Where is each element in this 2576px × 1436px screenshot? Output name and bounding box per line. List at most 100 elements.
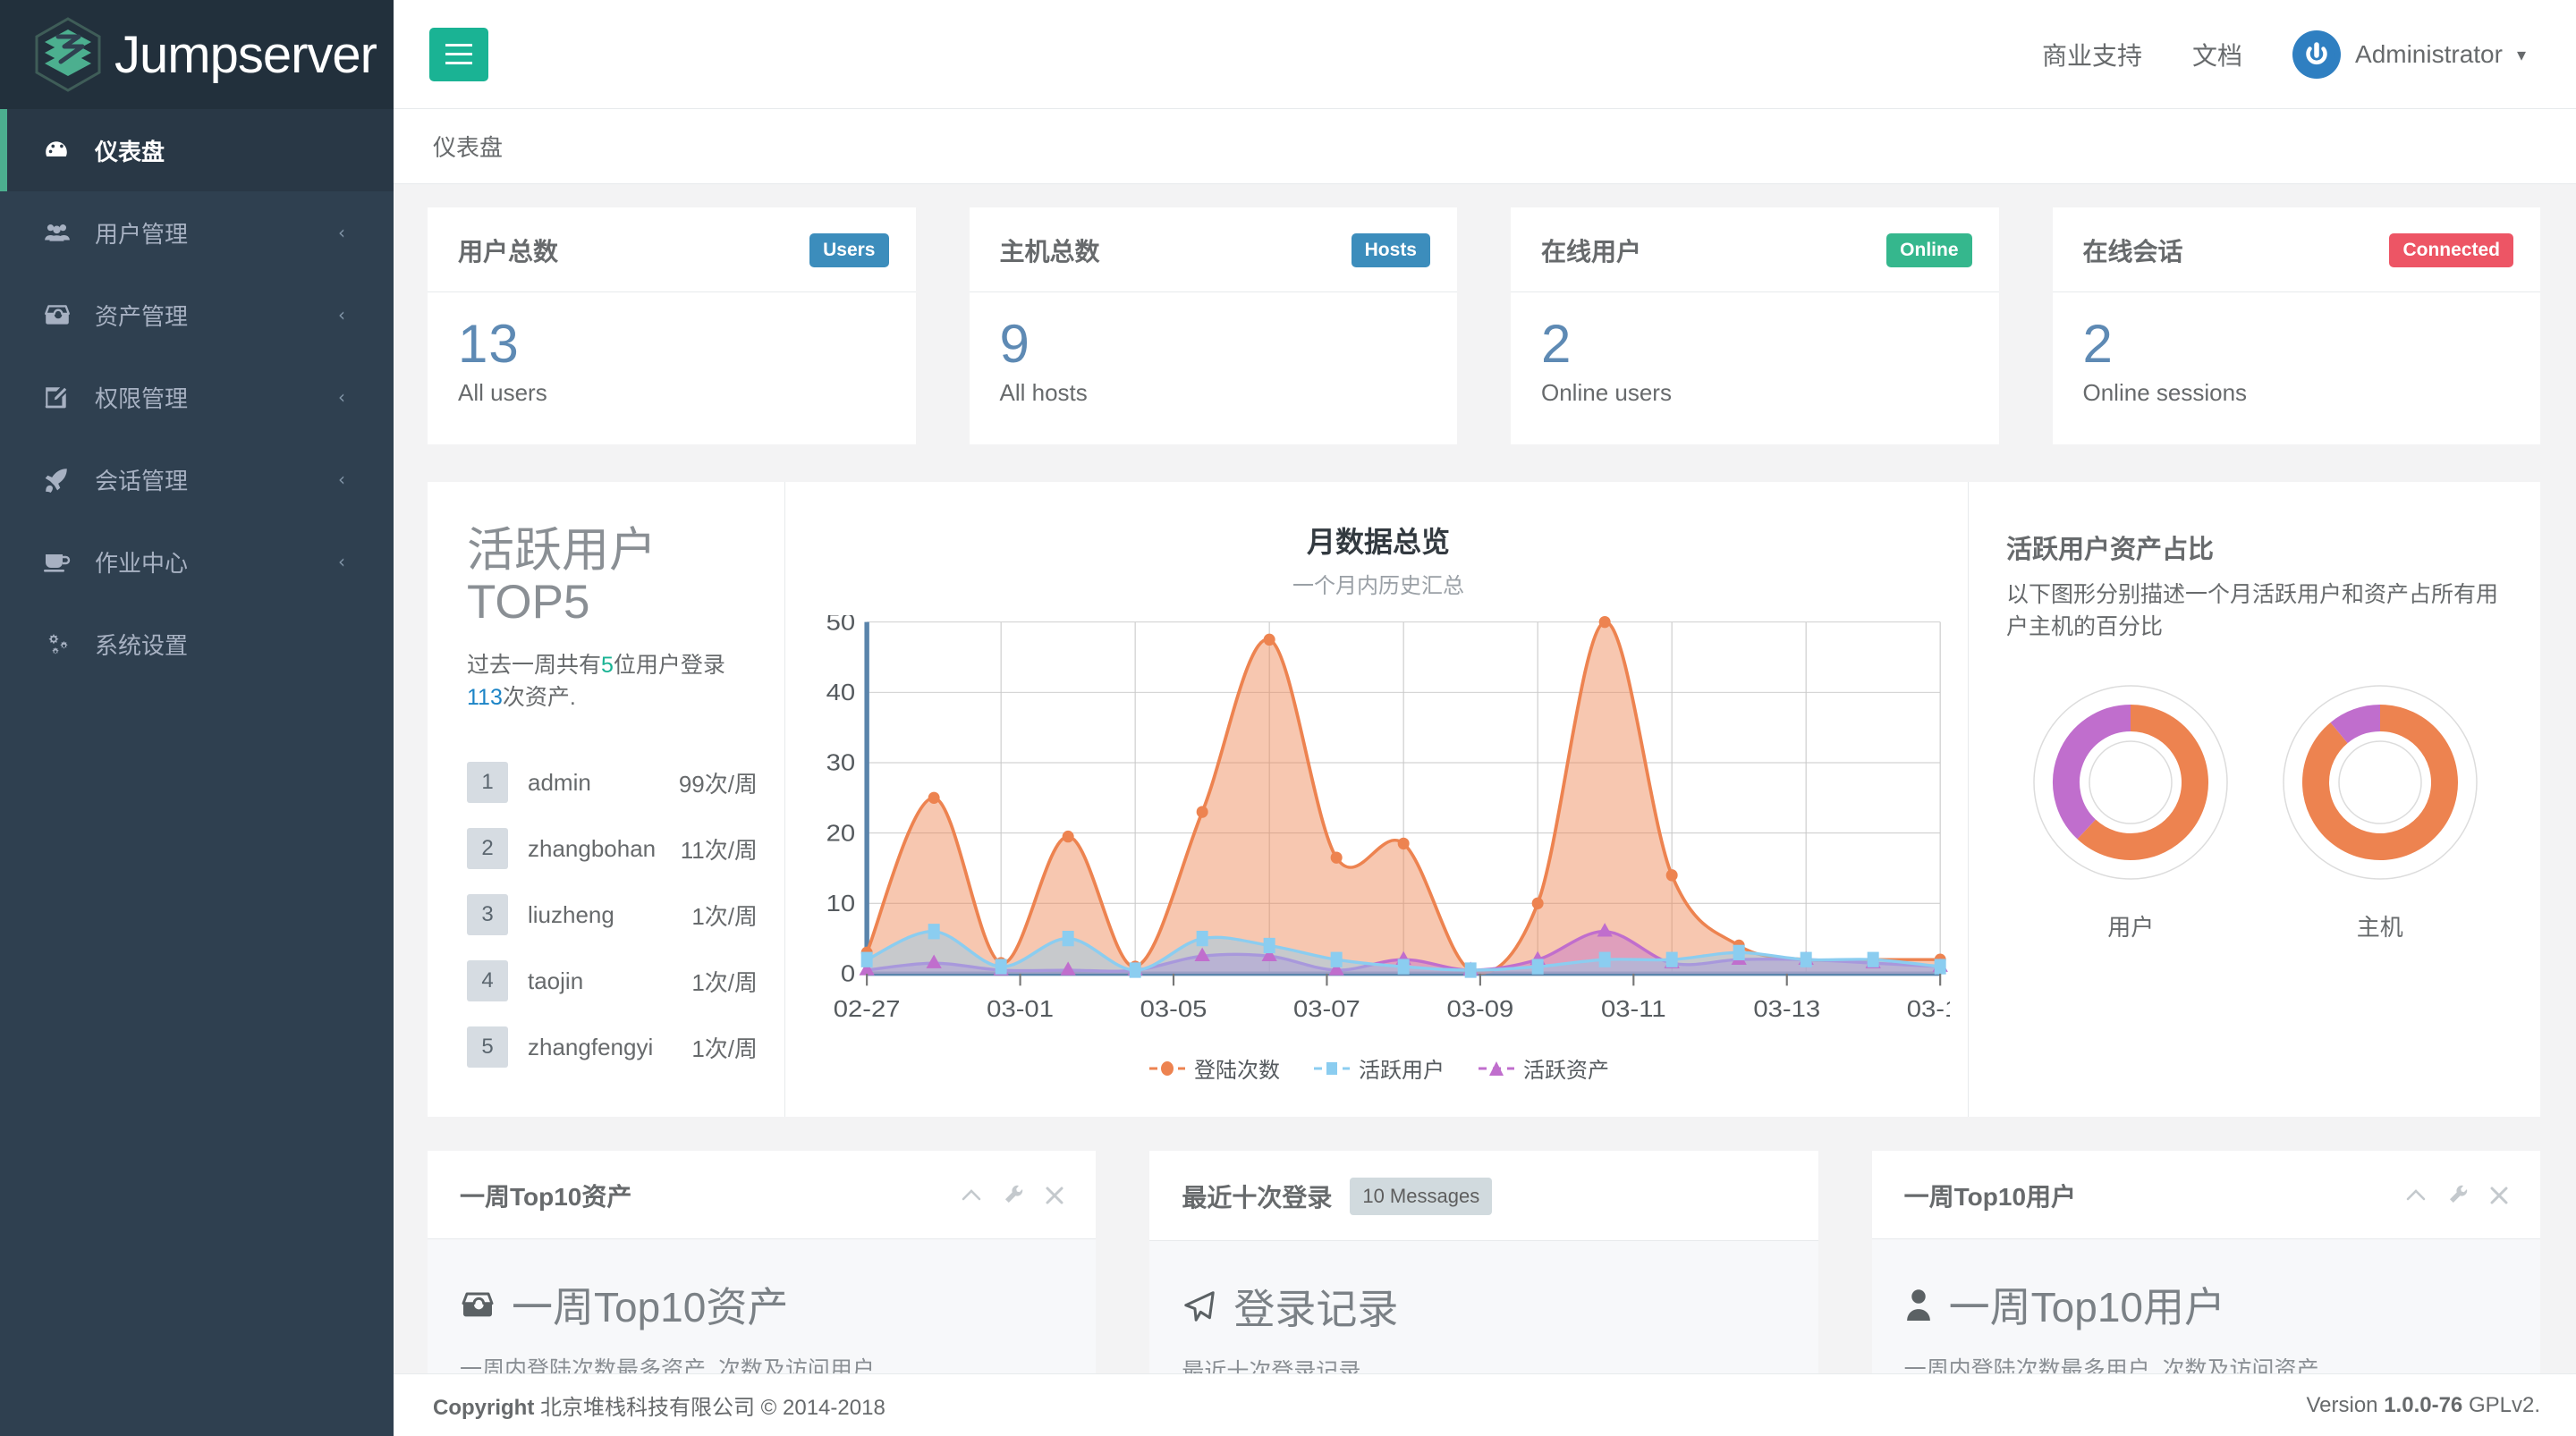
list-item[interactable]: 2 zhangbohan 11次/周 — [467, 815, 758, 882]
chevron-left-icon: ‹ — [338, 551, 345, 572]
user-menu[interactable]: Administrator ▾ — [2292, 30, 2526, 79]
top5-desc-login-count: 113 — [467, 684, 503, 710]
user-name-label: Administrator — [2355, 39, 2503, 68]
stat-card-title: 在线会话 — [2082, 238, 2183, 266]
chevron-up-icon[interactable] — [960, 1184, 983, 1207]
donut-panel-description: 以下图形分别描述一个月活跃用户和资产占所有用户主机的百分比 — [2006, 582, 2499, 640]
status-badge: Online — [1886, 233, 1972, 267]
footer: Copyright 北京堆栈科技有限公司 © 2014-2018 Version… — [394, 1373, 2576, 1436]
svg-text:03-13: 03-13 — [1753, 995, 1820, 1021]
top5-title: 活跃用户 TOP5 — [467, 524, 758, 629]
stat-card-subtitle: All hosts — [999, 379, 1088, 406]
rank-badge: 2 — [467, 828, 508, 870]
rank-badge: 1 — [467, 762, 508, 804]
svg-text:30: 30 — [826, 749, 856, 775]
sidebar-nav: 仪表盘 用户管理 ‹ 资产管理 ‹ 权限管理 ‹ 会话管理 ‹ 作业中心 ‹ 系… — [0, 109, 394, 685]
monthly-overview-chart: 月数据总览 一个月内历史汇总 0 10 20 30 40 50 02-27 03-01 03-0… — [785, 482, 1974, 1117]
wrench-icon[interactable] — [2447, 1184, 2469, 1207]
sidebar-item-label: 用户管理 — [95, 220, 189, 248]
login-count: 99次/周 — [678, 770, 758, 798]
panel-big-text: 登录记录 — [1233, 1286, 1399, 1332]
panel-big-text: 一周Top10用户 — [1948, 1284, 2225, 1330]
rocket-icon — [43, 464, 79, 494]
wrench-icon[interactable] — [1003, 1184, 1024, 1207]
status-badge: Users — [809, 233, 889, 267]
edit-square-icon — [43, 382, 79, 412]
donut-label: 用户 — [2107, 913, 2155, 941]
rank-badge: 5 — [467, 1026, 508, 1069]
legend-item-active-assets[interactable]: 活跃资产 — [1477, 1052, 1609, 1084]
hamburger-bar — [445, 62, 472, 64]
close-icon[interactable] — [2488, 1185, 2510, 1206]
main-area: 商业支持 文档 Administrator ▾ 仪表盘 用户总数 Users 1… — [394, 0, 2576, 1436]
panel-title: 一周Top10用户 — [1903, 1183, 2077, 1211]
user-name: zhangfengyi — [528, 1033, 654, 1060]
footer-copyright: Copyright 北京堆栈科技有限公司 © 2014-2018 — [433, 1390, 886, 1421]
stat-card-hosts: 主机总数 Hosts 9 All hosts — [969, 207, 1457, 444]
stat-card-value: 9 — [999, 314, 1030, 374]
jumpserver-hexagon-logo-icon — [34, 17, 102, 92]
coffee-icon — [43, 546, 79, 577]
list-item[interactable]: 4 taojin 1次/周 — [467, 948, 758, 1014]
footer-version-number: 1.0.0-76 — [2384, 1392, 2463, 1417]
svg-text:03-05: 03-05 — [1140, 995, 1208, 1021]
footer-version-pre: Version — [2306, 1392, 2378, 1417]
stat-card-header: 在线用户 Online — [1511, 207, 1999, 292]
sidebar-item-permissions[interactable]: 权限管理 ‹ — [0, 356, 394, 438]
sidebar-item-jobs[interactable]: 作业中心 ‹ — [0, 520, 394, 603]
message-count-badge: 10 Messages — [1350, 1178, 1493, 1215]
chevron-down-icon: ▾ — [2516, 43, 2526, 65]
login-count: 1次/周 — [691, 968, 758, 996]
breadcrumb: 仪表盘 — [394, 109, 2576, 184]
user-icon — [1904, 1288, 1933, 1321]
chart-plot-area: 0 10 20 30 40 50 02-27 03-01 03-05 03-07 03-09 03-1… — [807, 609, 1974, 1040]
panel-big-label: 一周Top10资产 — [460, 1275, 1063, 1334]
sidebar-item-dashboard[interactable]: 仪表盘 — [0, 109, 394, 191]
sidebar-item-label: 权限管理 — [95, 384, 189, 412]
page-title: 仪表盘 — [433, 134, 504, 161]
legend-item-active-users[interactable]: 活跃用户 — [1312, 1052, 1445, 1084]
stat-card-value: 13 — [458, 314, 520, 374]
list-item[interactable]: 5 zhangfengyi 1次/周 — [467, 1014, 758, 1080]
topbar-link-docs[interactable]: 文档 — [2192, 37, 2242, 72]
stat-card-title: 主机总数 — [999, 238, 1100, 266]
list-item[interactable]: 1 admin 99次/周 — [467, 749, 758, 815]
svg-text:03-11: 03-11 — [1601, 995, 1666, 1021]
close-icon[interactable] — [1044, 1185, 1065, 1206]
donut-svg — [2283, 684, 2478, 880]
list-item[interactable]: 3 liuzheng 1次/周 — [467, 882, 758, 948]
chevron-up-icon[interactable] — [2404, 1184, 2428, 1207]
chart-title: 月数据总览 — [1306, 526, 1450, 558]
stat-card-value: 2 — [1541, 314, 1572, 374]
asset-ratio-panel: 活跃用户资产占比 以下图形分别描述一个月活跃用户和资产占所有用户主机的百分比 用… — [1968, 482, 2540, 1117]
sidebar-item-settings[interactable]: 系统设置 — [0, 603, 394, 685]
sidebar-item-label: 会话管理 — [95, 467, 189, 494]
status-badge: Hosts — [1351, 233, 1430, 267]
status-badge: Connected — [2389, 233, 2513, 267]
brand-logo[interactable]: Jumpserver — [0, 0, 394, 109]
footer-copyright-text: 北京堆栈科技有限公司 © 2014-2018 — [540, 1396, 886, 1420]
sidebar-item-users[interactable]: 用户管理 ‹ — [0, 191, 394, 274]
panel-tools — [960, 1184, 1065, 1207]
sidebar-item-sessions[interactable]: 会话管理 ‹ — [0, 438, 394, 520]
stat-card-title: 在线用户 — [1541, 238, 1642, 266]
donut-panel-title: 活跃用户资产占比 — [2006, 536, 2215, 564]
hamburger-icon[interactable] — [429, 27, 488, 81]
panel-header: 最近十次登录 10 Messages — [1149, 1151, 1818, 1241]
stat-card-body: 2 Online sessions — [2053, 292, 2541, 444]
panel-title: 一周Top10资产 — [460, 1183, 632, 1211]
users-icon — [43, 217, 79, 248]
panel-tools — [2404, 1184, 2510, 1207]
sidebar-item-label: 作业中心 — [95, 549, 189, 577]
top5-desc-pre: 过去一周共有 — [467, 652, 602, 678]
dashboard-content: 用户总数 Users 13 All users 主机总数 Hosts 9 All… — [394, 184, 2576, 1436]
sidebar: Jumpserver 仪表盘 用户管理 ‹ 资产管理 ‹ 权限管理 ‹ 会话管理… — [0, 0, 394, 1436]
stat-card-online-users: 在线用户 Online 2 Online users — [1511, 207, 1999, 444]
user-name: admin — [528, 768, 591, 796]
overview-panel: 活跃用户 TOP5 过去一周共有5位用户登录113次资产. 1 admin 99… — [428, 482, 2540, 1117]
footer-version: Version 1.0.0-76 GPLv2. — [2306, 1393, 2540, 1418]
sidebar-item-assets[interactable]: 资产管理 ‹ — [0, 274, 394, 356]
topbar-link-support[interactable]: 商业支持 — [2042, 37, 2142, 72]
donut-svg — [2033, 684, 2228, 880]
legend-item-logins[interactable]: 登陆次数 — [1148, 1052, 1280, 1084]
